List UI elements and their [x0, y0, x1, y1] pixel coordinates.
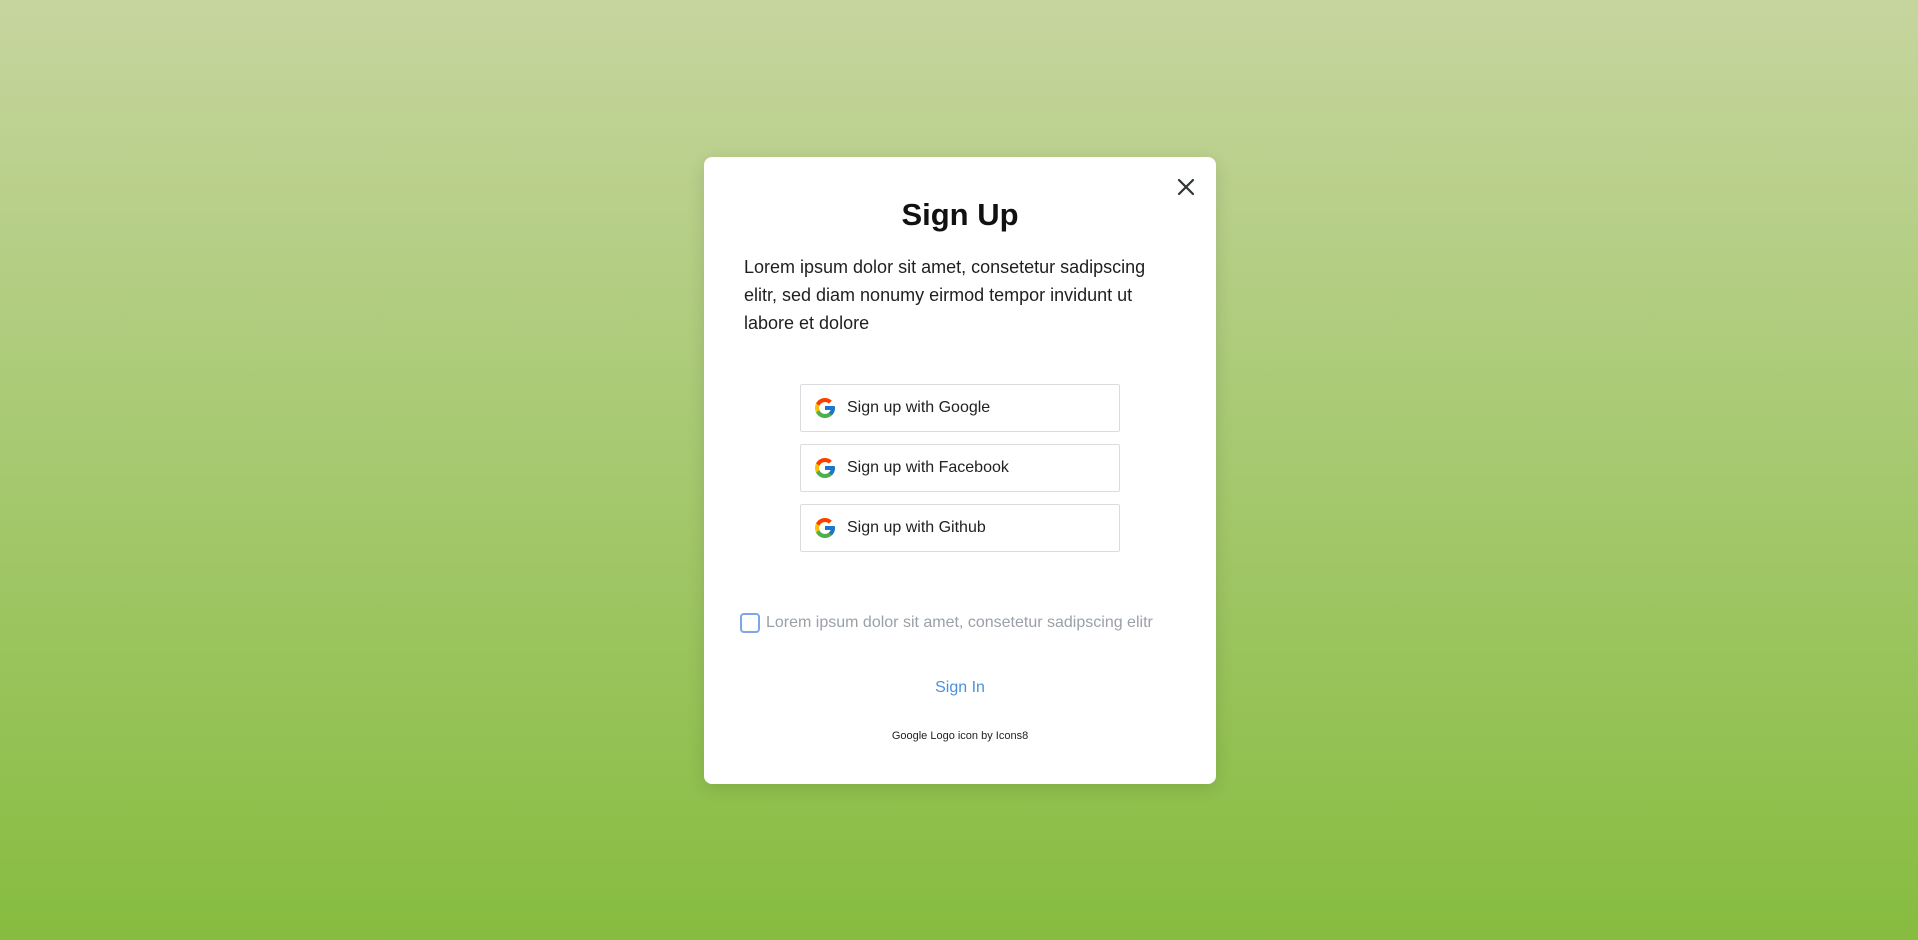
google-logo-icon: [813, 516, 837, 540]
sign-in-link[interactable]: Sign In: [704, 679, 1216, 697]
provider-label: Sign up with Facebook: [847, 459, 1009, 476]
signup-github-button[interactable]: Sign up with Github: [800, 504, 1120, 552]
modal-title: Sign Up: [901, 197, 1019, 232]
provider-label: Sign up with Github: [847, 519, 986, 536]
provider-label: Sign up with Google: [847, 399, 991, 416]
provider-list: Sign up with Google Sign up with Faceboo…: [800, 384, 1120, 564]
consent-row: Lorem ipsum dolor sit amet, consetetur s…: [740, 613, 1153, 633]
signup-google-button[interactable]: Sign up with Google: [800, 384, 1120, 432]
consent-label: Lorem ipsum dolor sit amet, consetetur s…: [766, 614, 1153, 631]
close-button[interactable]: [1174, 175, 1198, 199]
signup-facebook-button[interactable]: Sign up with Facebook: [800, 444, 1120, 492]
signup-modal: Sign Up Lorem ipsum dolor sit amet, cons…: [704, 157, 1216, 784]
close-icon: [1177, 178, 1195, 196]
modal-description: Lorem ipsum dolor sit amet, consetetur s…: [744, 257, 1146, 333]
consent-checkbox[interactable]: [740, 613, 760, 633]
icon-credit: Google Logo icon by Icons8: [891, 730, 1029, 742]
google-logo-icon: [813, 396, 837, 420]
google-logo-icon: [813, 456, 837, 480]
